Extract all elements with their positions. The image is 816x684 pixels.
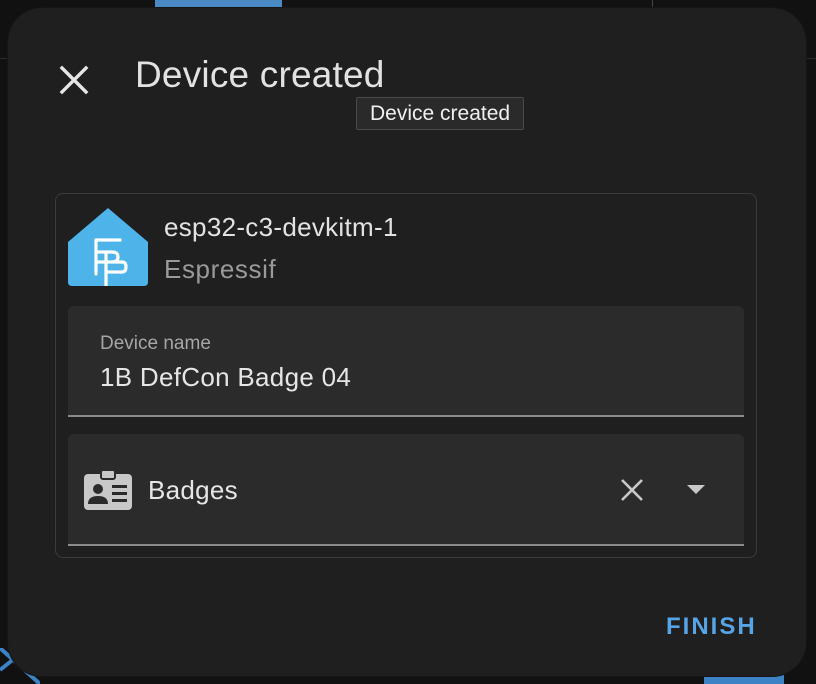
finish-button[interactable]: FINISH (652, 603, 771, 651)
close-icon (59, 65, 89, 95)
device-name-field[interactable]: Device name 1B DefCon Badge 04 (68, 306, 744, 417)
clear-area-button[interactable] (616, 474, 648, 506)
background-divider (652, 0, 653, 8)
badge-account-icon (84, 470, 132, 510)
title-tooltip: Device created (356, 97, 525, 130)
device-manufacturer: Espressif (164, 254, 277, 284)
close-button[interactable] (52, 58, 96, 102)
area-value: Badges (148, 475, 238, 505)
dialog-title: Device created (135, 54, 385, 95)
area-dropdown-button[interactable] (680, 476, 712, 504)
chevron-down-icon (687, 485, 705, 494)
home-assistant-logo-icon (68, 208, 148, 286)
background-tab-indicator (155, 0, 282, 8)
device-name-input[interactable]: 1B DefCon Badge 04 (100, 362, 351, 393)
device-name-label: Device name (100, 333, 211, 354)
area-picker[interactable]: Badges (68, 434, 744, 546)
close-icon (621, 479, 643, 501)
device-model: esp32-c3-devkitm-1 (164, 212, 398, 242)
